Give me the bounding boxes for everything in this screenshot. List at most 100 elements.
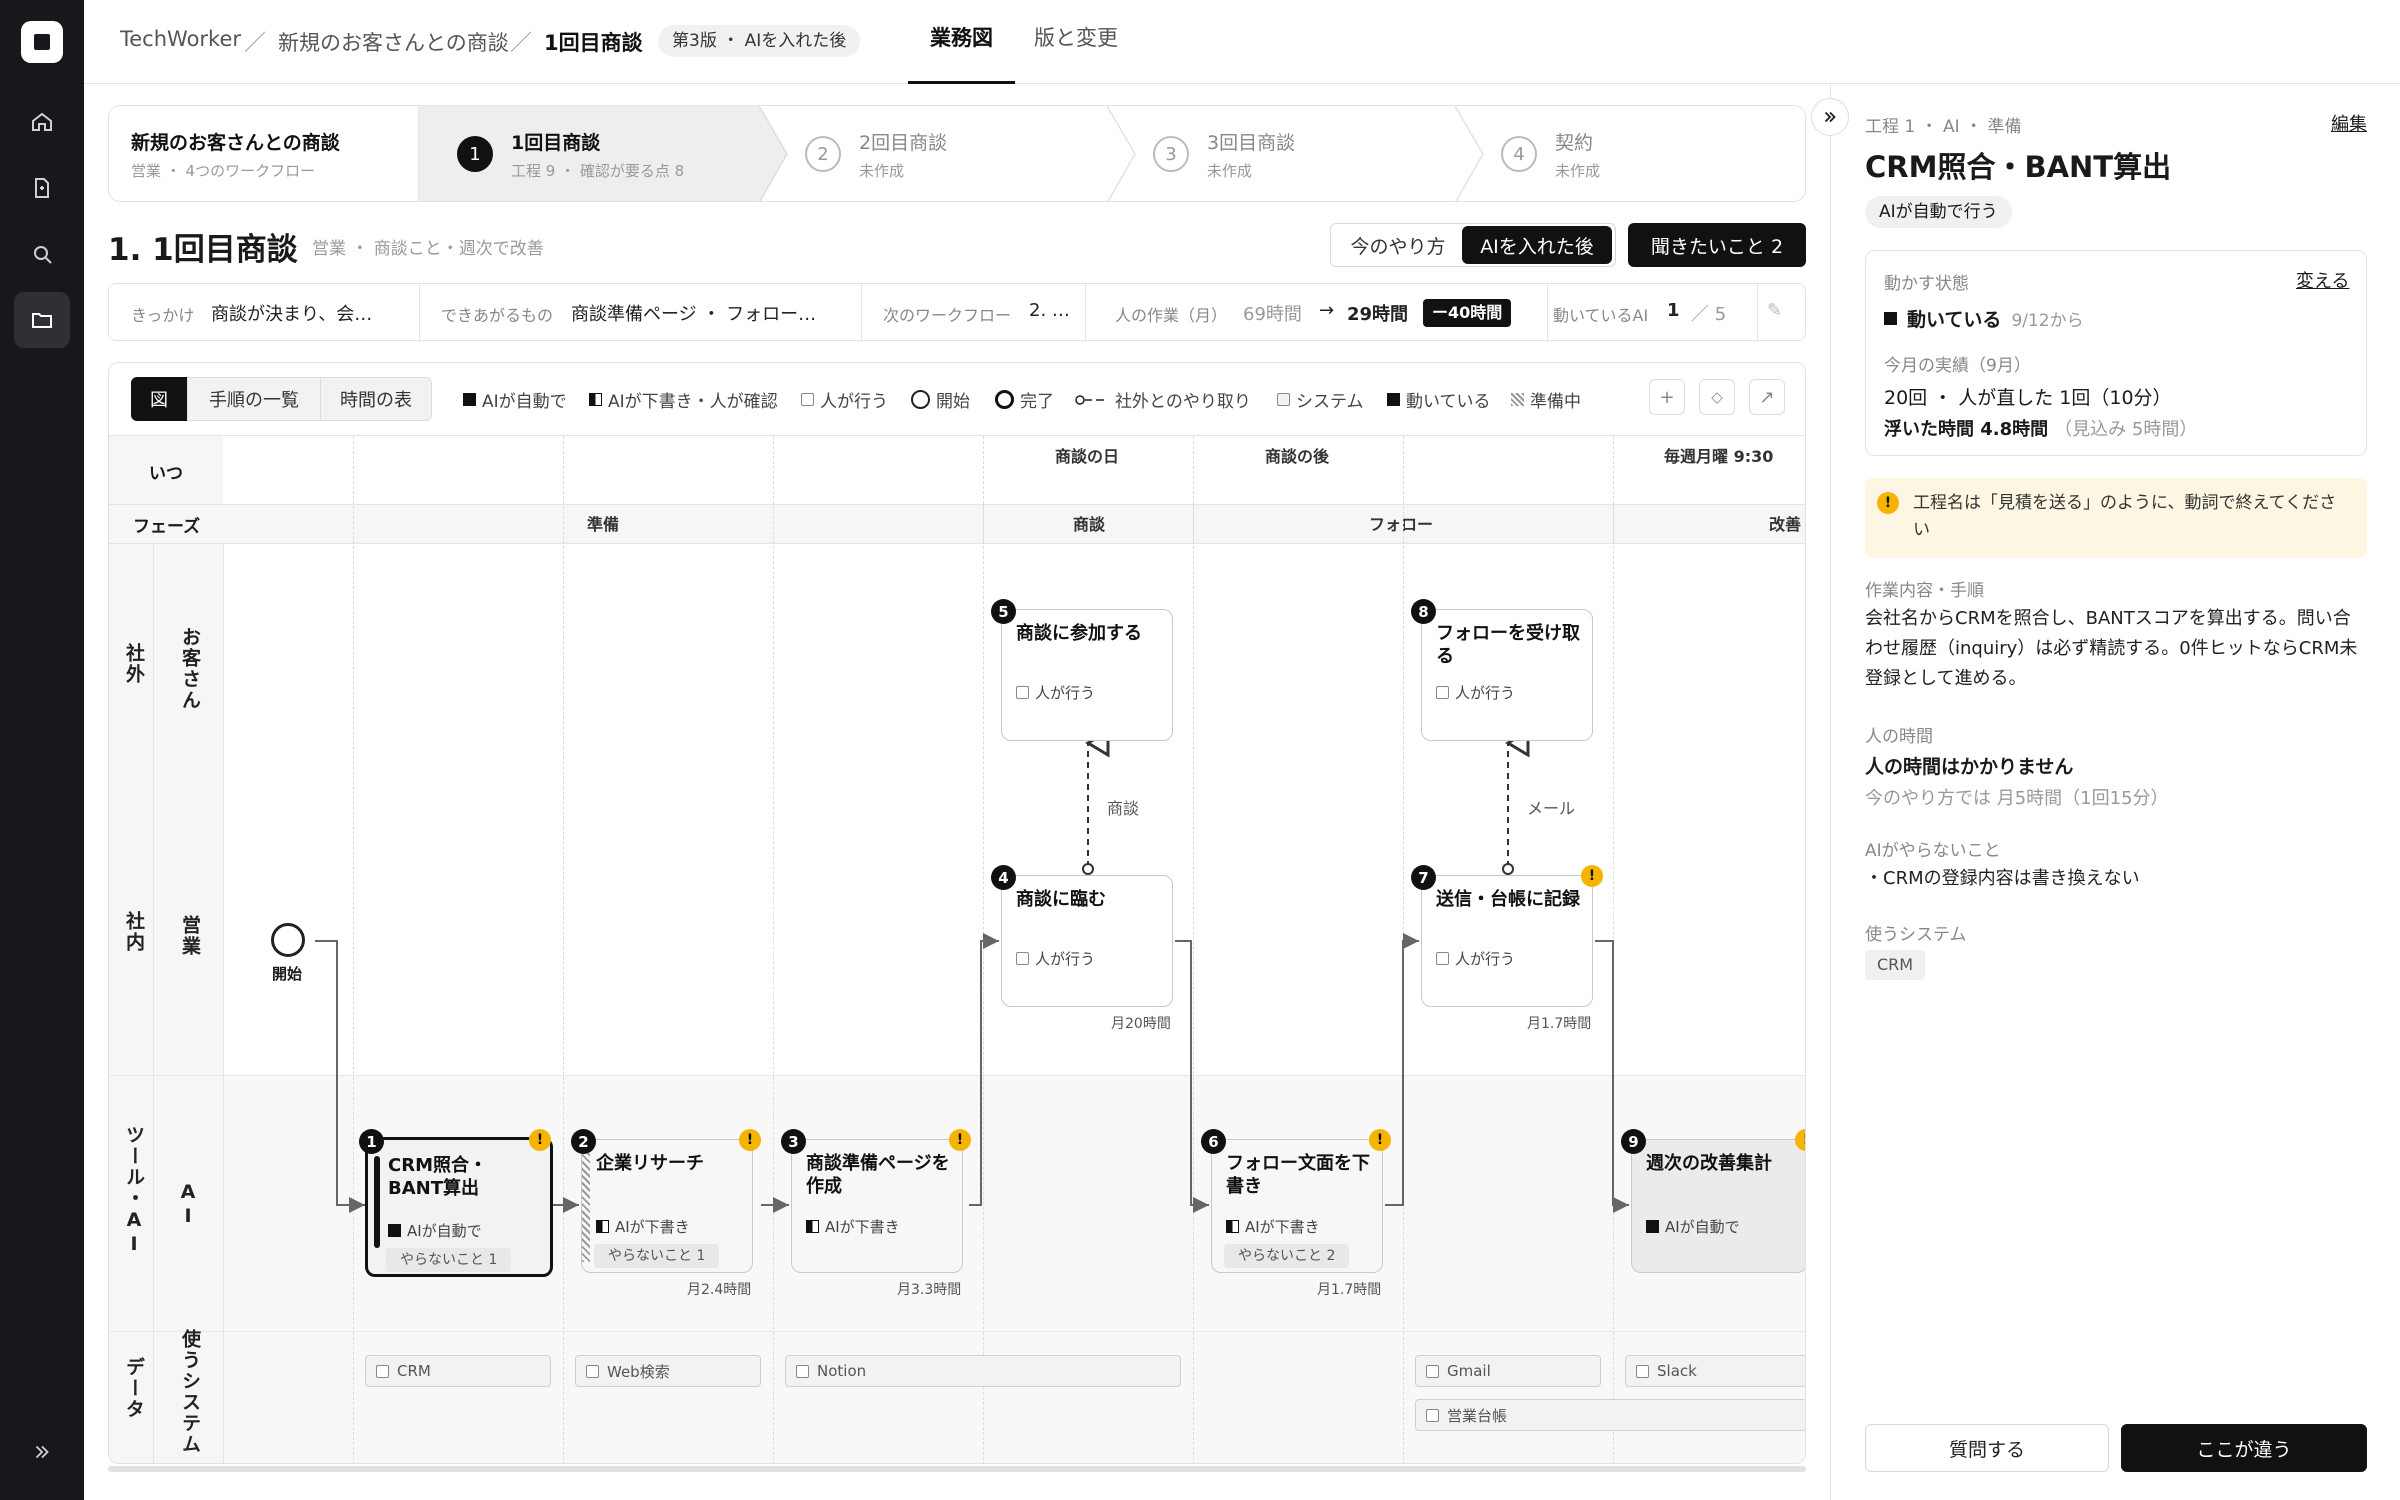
sidebar-search-button[interactable]: [14, 226, 70, 282]
stepper-root-sub: 営業 ・ 4つのワークフロー: [131, 162, 316, 180]
sidebar-document-button[interactable]: [14, 160, 70, 216]
version-badge[interactable]: 第3版 ・ AIを入れた後: [658, 25, 861, 57]
node-attend-meeting[interactable]: 商談に臨む 人が行う: [1001, 875, 1173, 1007]
node-meeting-page[interactable]: 商談準備ページを作成 AIが下書き: [791, 1139, 963, 1273]
workflow-stepper: 新規のお客さんとの商談 営業 ・ 4つのワークフロー 1 1回目商談 工程 9 …: [108, 105, 1806, 202]
ai-not-label: AIがやらないこと: [1865, 841, 2001, 861]
step-sub: 未作成: [859, 162, 905, 180]
tab-versions[interactable]: 版と変更: [1012, 0, 1140, 84]
node-time: 月1.7時間: [1317, 1282, 1382, 1298]
divider: [1547, 284, 1548, 342]
node-receive-follow[interactable]: フォローを受け取る 人が行う: [1421, 609, 1593, 741]
node-crm-bant[interactable]: CRM照合・BANT算出 AIが自動で やらないこと 1: [365, 1137, 553, 1277]
ask-question-button[interactable]: 質問する: [1865, 1424, 2109, 1472]
step-arrow-icon: [1107, 106, 1136, 201]
system-chip[interactable]: Notion: [785, 1355, 1181, 1387]
collapse-panel-button[interactable]: [1811, 98, 1849, 136]
node-name: 送信・台帳に記録: [1436, 889, 1580, 910]
human-work-before: 69時間: [1243, 304, 1302, 325]
breadcrumb-app[interactable]: TechWorker: [120, 27, 241, 51]
human-icon: [1016, 952, 1029, 965]
node-mode: AIが自動で: [388, 1220, 482, 1241]
node-dont-badge[interactable]: やらないこと 1: [594, 1244, 720, 1268]
report-difference-button[interactable]: ここが違う: [2121, 1424, 2367, 1472]
human-work-label: 人の作業（月）: [1115, 306, 1228, 325]
node-follow-draft[interactable]: フォロー文面を下書き AIが下書き やらないこと 2: [1211, 1139, 1383, 1273]
step-sub: 未作成: [1207, 162, 1253, 180]
node-send-record[interactable]: 送信・台帳に記録 人が行う: [1421, 875, 1593, 1007]
system-chip[interactable]: 営業台帳: [1415, 1399, 1805, 1431]
start-node[interactable]: [271, 923, 305, 957]
panel-edit-link[interactable]: 編集: [2331, 110, 2367, 136]
warning-icon[interactable]: !: [1581, 865, 1603, 887]
mode-now-button[interactable]: 今のやり方: [1334, 226, 1462, 264]
edit-icon[interactable]: ✎: [1767, 300, 1782, 321]
ai-draft-icon: [596, 1220, 609, 1233]
output-value[interactable]: 商談準備ページ ・ フォロー…: [571, 300, 816, 326]
node-company-research[interactable]: 企業リサーチ AIが下書き やらないこと 1: [581, 1139, 753, 1273]
step-2[interactable]: 2 2回目商談 未作成: [789, 106, 1119, 201]
step-4[interactable]: 4 契約 未作成: [1485, 106, 1805, 201]
warning-icon[interactable]: !: [1369, 1129, 1391, 1151]
node-mode: AIが自動で: [1646, 1216, 1740, 1237]
panel-breadcrumb: 工程 1 ・ AI ・ 準備: [1865, 117, 2022, 137]
system-icon: [586, 1364, 599, 1378]
node-name: 商談に参加する: [1016, 623, 1142, 644]
warning-icon[interactable]: !: [739, 1129, 761, 1151]
system-chip[interactable]: Web検索: [575, 1355, 761, 1387]
active-ai-count: 1: [1667, 300, 1680, 321]
system-chip[interactable]: Slack: [1625, 1355, 1805, 1387]
node-name: CRM照合・BANT算出: [388, 1155, 487, 1199]
system-chip[interactable]: CRM: [1865, 950, 1926, 980]
tab-business-diagram[interactable]: 業務図: [908, 0, 1015, 84]
sidebar-expand-button[interactable]: [14, 1424, 70, 1480]
breadcrumb-workflow[interactable]: 新規のお客さんとの商談: [278, 27, 509, 57]
node-join-meeting[interactable]: 商談に参加する 人が行う: [1001, 609, 1173, 741]
step-title: 1回目商談: [511, 132, 601, 154]
state-since: 9/12から: [2011, 311, 2084, 331]
node-name: 商談に臨む: [1016, 889, 1106, 910]
active-ai-total: ／ 5: [1691, 304, 1727, 325]
step-3[interactable]: 3 3回目商談 未作成: [1137, 106, 1467, 201]
app-logo-icon[interactable]: [21, 21, 63, 63]
system-icon: [796, 1364, 809, 1378]
ai-draft-icon: [806, 1220, 819, 1233]
trigger-value[interactable]: 商談が決まり、会…: [211, 300, 372, 326]
start-label: 開始: [272, 965, 303, 983]
system-chip[interactable]: CRM: [365, 1355, 551, 1387]
node-time: 月20時間: [1111, 1016, 1171, 1032]
node-name: 商談準備ページを作成: [806, 1153, 950, 1197]
node-mode: 人が行う: [1436, 682, 1515, 703]
arrow-icon: →: [1319, 300, 1335, 321]
node-dont-badge[interactable]: やらないこと 2: [1224, 1244, 1350, 1268]
state-card: 動かす状態 変える 動いている 9/12から 今月の実績（9月） 20回 ・ 人…: [1865, 250, 2367, 456]
human-time-previous: 今のやり方では 月5時間（1回15分）: [1865, 788, 2169, 809]
top-bar: TechWorker ／ 新規のお客さんとの商談 ／ 1回目商談 第3版 ・ A…: [84, 0, 2400, 84]
human-time-label: 人の時間: [1865, 727, 1933, 747]
state-label: 動かす状態: [1884, 274, 1969, 294]
system-chip[interactable]: Gmail: [1415, 1355, 1601, 1387]
stepper-root[interactable]: 新規のお客さんとの商談 営業 ・ 4つのワークフロー: [109, 106, 419, 201]
active-ai-label: 動いているAI: [1553, 306, 1649, 325]
node-weekly-improve[interactable]: 週次の改善集計 AIが自動で: [1631, 1139, 1805, 1273]
sidebar-home-button[interactable]: [14, 94, 70, 150]
step-1[interactable]: 1 1回目商談 工程 9 ・ 確認が要る点 8: [419, 106, 759, 201]
breadcrumb-separator: ／: [510, 31, 533, 56]
warning-icon[interactable]: !: [949, 1129, 971, 1151]
step-title: 3回目商談: [1207, 132, 1296, 154]
sidebar-folder-button[interactable]: [14, 292, 70, 348]
saved-row: 浮いた時間 4.8時間 （見込み 5時間）: [1884, 415, 2197, 441]
questions-button[interactable]: 聞きたいこと 2: [1628, 223, 1806, 267]
node-dont-badge[interactable]: やらないこと 1: [386, 1248, 512, 1272]
node-mode: 人が行う: [1436, 948, 1515, 969]
page-title: 1. 1回目商談: [108, 232, 298, 268]
node-name: フォロー文面を下書き: [1226, 1153, 1370, 1197]
change-state-link[interactable]: 変える: [2296, 267, 2349, 293]
node-number: 8: [1411, 599, 1436, 624]
mode-after-ai-button[interactable]: AIを入れた後: [1462, 226, 1612, 264]
next-workflow-value[interactable]: 2. …: [1029, 300, 1070, 321]
horizontal-scrollbar[interactable]: [108, 1466, 1806, 1472]
warning-icon[interactable]: !: [529, 1129, 551, 1151]
node-mode: AIが下書き: [1226, 1216, 1320, 1237]
step-number: 3: [1153, 136, 1189, 172]
